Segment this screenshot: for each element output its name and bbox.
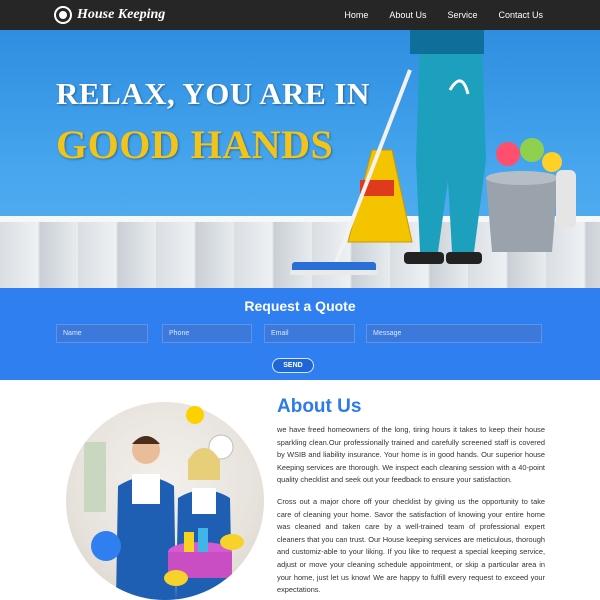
email-field[interactable]: Email bbox=[264, 324, 355, 343]
name-field[interactable]: Name bbox=[56, 324, 148, 343]
message-field[interactable]: Message bbox=[366, 324, 542, 343]
phone-field[interactable]: Phone bbox=[162, 324, 252, 343]
nav-link-contact-us[interactable]: Contact Us bbox=[498, 10, 543, 20]
hero-headline: RELAX, YOU ARE IN bbox=[56, 76, 370, 111]
logo[interactable]: House Keeping bbox=[54, 3, 165, 27]
about-paragraph-1: we have freed homeowners of the long, ti… bbox=[277, 425, 545, 485]
decor-dot-blue bbox=[91, 531, 121, 561]
hero-headline-highlight: GOOD HANDS bbox=[56, 122, 334, 167]
quote-section: Request a Quote Name Phone Email Message… bbox=[0, 288, 600, 380]
broom-logo-icon bbox=[54, 6, 72, 24]
send-button[interactable]: SEND bbox=[272, 358, 314, 373]
about-photo bbox=[66, 402, 264, 600]
logo-text: House Keeping bbox=[77, 7, 166, 22]
hero-banner: RELAX, YOU ARE IN GOOD HANDS bbox=[0, 30, 600, 288]
top-nav: House Keeping Home About Us Service Cont… bbox=[0, 0, 600, 30]
quote-title: Request a Quote bbox=[244, 298, 356, 314]
nav-link-service[interactable]: Service bbox=[447, 10, 477, 20]
nav-link-about-us[interactable]: About Us bbox=[389, 10, 426, 20]
cleaners-photo-illustration bbox=[84, 434, 244, 600]
nav-link-home[interactable]: Home bbox=[344, 10, 368, 20]
about-paragraph-2: Cross out a major chore off your checkli… bbox=[277, 497, 545, 595]
about-title: About Us bbox=[277, 396, 362, 417]
nav-links: Home About Us Service Contact Us bbox=[323, 0, 543, 30]
decor-dot-yellow bbox=[186, 406, 204, 424]
